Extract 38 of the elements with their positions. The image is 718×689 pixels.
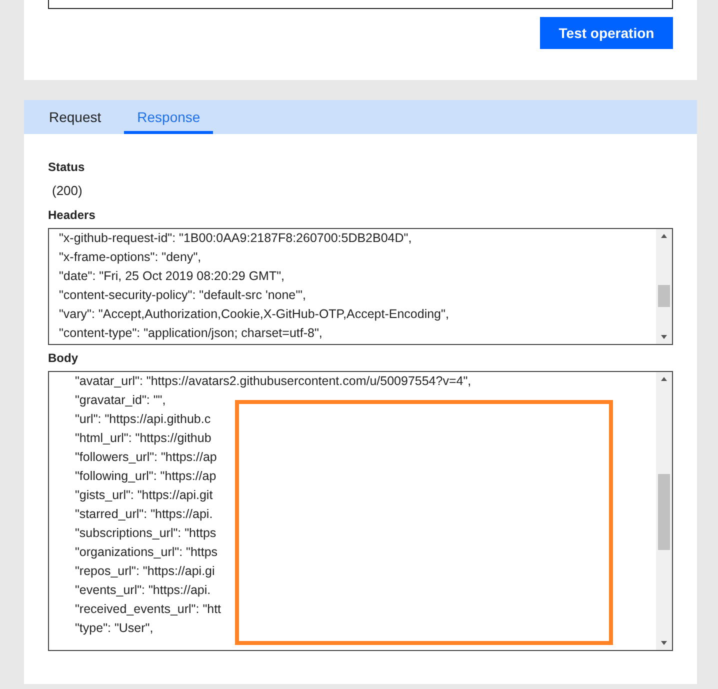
code-line: "events_url": "https://api. xyxy=(75,582,212,599)
code-line: "followers_url": "https://ap xyxy=(75,449,218,466)
scrollbar-thumb[interactable] xyxy=(658,285,670,307)
code-line: "type": "User", xyxy=(75,620,154,637)
code-line: "received_events_url": "htt xyxy=(75,601,222,618)
code-line: "x-github-request-id": "1B00:0AA9:2187F8:260700:5DB2B04D", xyxy=(59,230,413,247)
code-line: "content-security-policy": "default-src 'none'", xyxy=(59,287,307,304)
code-line: "x-frame-options": "deny", xyxy=(59,249,202,266)
code-line: "avatar_url": "https://avatars2.githubusercontent.com/u/50097554?v=4", xyxy=(75,373,472,390)
status-label: Status xyxy=(48,160,86,174)
body-textarea[interactable] xyxy=(48,371,673,651)
code-line: "organizations_url": "https xyxy=(75,544,219,561)
code-line: "html_url": "https://github xyxy=(75,430,212,447)
test-operation-button[interactable]: Test operation xyxy=(540,17,673,49)
code-line: "content-type": "application/json; charset=utf-8", xyxy=(59,325,324,342)
scroll-down-icon[interactable] xyxy=(660,640,668,646)
code-line: "subscriptions_url": "https xyxy=(75,525,218,542)
scrollbar[interactable] xyxy=(656,229,672,344)
code-line: "gists_url": "https://api.git xyxy=(75,487,214,504)
code-line: "vary": "Accept,Authorization,Cookie,X-GitHub-OTP,Accept-Encoding", xyxy=(59,306,450,323)
body-label: Body xyxy=(48,351,79,365)
code-line: "date": "Fri, 25 Oct 2019 08:20:29 GMT", xyxy=(59,268,286,285)
tab[interactable]: Request xyxy=(36,100,114,134)
code-line: "gravatar_id": "", xyxy=(75,392,167,409)
headers-label: Headers xyxy=(48,208,96,222)
code-line: "starred_url": "https://api. xyxy=(75,506,214,523)
code-line: "repos_url": "https://api.gi xyxy=(75,563,216,580)
scrollbar[interactable] xyxy=(656,372,672,650)
scroll-down-icon[interactable] xyxy=(660,334,668,340)
status-value: (200) xyxy=(52,183,84,198)
headers-textarea[interactable] xyxy=(48,228,673,345)
input-field[interactable] xyxy=(48,0,673,9)
code-line: "following_url": "https://ap xyxy=(75,468,218,485)
code-line: "url": "https://api.github.c xyxy=(75,411,212,428)
scroll-up-icon[interactable] xyxy=(660,376,668,382)
scrollbar-thumb[interactable] xyxy=(658,474,670,550)
tab[interactable]: Response xyxy=(124,100,214,134)
scroll-up-icon[interactable] xyxy=(660,233,668,239)
